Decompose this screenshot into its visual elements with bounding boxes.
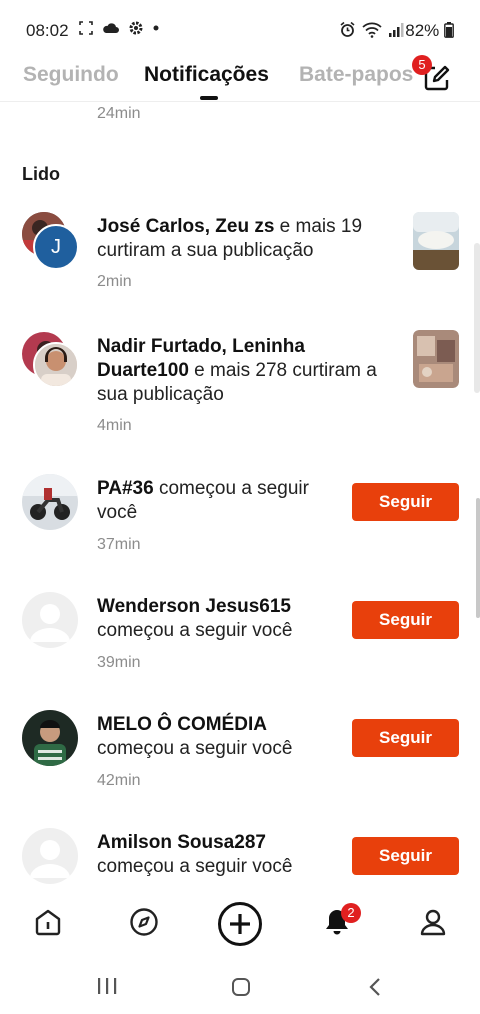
notifications-feed[interactable]: 24min Lido J José Carlos, Zeu zs e mais … [0,102,480,890]
notification-text: PA#36 começou a seguir você [97,477,347,525]
notification-time: 39min [97,654,141,671]
follow-button[interactable]: Seguir [352,837,459,875]
previous-notification-time: 24min [97,105,141,122]
photo-avatar-icon [22,710,78,766]
status-right-icons [339,21,404,38]
post-thumbnail[interactable] [413,330,459,388]
avatar-initial-j[interactable]: J [33,224,79,270]
section-title: Lido [22,164,60,184]
notification-actor: Wenderson Jesus615 [97,596,291,617]
follow-button[interactable]: Seguir [352,719,459,757]
photo-avatar-icon [22,474,78,530]
notification-action: começou a seguir você [97,856,293,877]
notification-actors: José Carlos, Zeu zs [97,216,275,237]
battery-percent: 82% [405,21,440,40]
avatar-woman[interactable] [33,342,79,388]
notification-actor: PA#36 [97,478,154,499]
compose-badge: 5 [412,55,432,75]
recent-apps-icon[interactable] [96,977,118,995]
avatar-initial: J [51,236,61,258]
status-left-icons [78,20,160,36]
notification-text: Nadir Furtado, Leninha Duarte100 e mais … [97,335,397,407]
notification-text: Wenderson Jesus615 começou a seguir você [97,595,347,643]
avatar-man[interactable] [22,710,78,766]
notification-time: 37min [97,536,141,553]
battery-icon [444,22,454,38]
signal-icon [389,22,404,37]
notification-time: 2min [97,273,132,290]
default-avatar-icon [30,840,70,878]
notification-text: MELO Ô COMÉDIA começou a seguir você [97,713,347,761]
tab-bate-papos[interactable]: Bate-papos [299,63,413,87]
photo-avatar-icon [35,344,77,386]
profile-icon[interactable] [417,906,449,938]
dot-icon [153,25,159,31]
notification-time: 4min [97,417,132,434]
notification-action: começou a seguir você [97,620,293,641]
notification-action: começou a seguir você [97,738,293,759]
notification-time: 42min [97,772,141,789]
system-navigation-bar [0,958,480,1014]
status-bar: 08:02 82% [0,0,480,58]
scrollbar-thumb[interactable] [476,498,480,618]
default-avatar-icon [30,604,70,642]
home-button-icon[interactable] [231,977,251,997]
add-icon[interactable] [217,901,263,947]
tab-notificacoes[interactable]: Notificações [144,63,269,87]
notification-count-badge: 2 [341,903,361,923]
notification-text: Amilson Sousa287 começou a seguir você [97,831,347,879]
notification-actor: Amilson Sousa287 [97,832,266,853]
scrollbar-track[interactable] [474,243,480,393]
home-icon[interactable] [32,906,64,938]
bottom-nav: 2 [0,890,480,958]
cloud-icon [103,23,119,33]
notification-text: José Carlos, Zeu zs e mais 19 curtiram a… [97,215,397,263]
alarm-icon [340,21,355,37]
follow-button[interactable]: Seguir [352,483,459,521]
back-icon[interactable] [368,977,382,997]
active-tab-indicator [200,96,218,100]
wifi-icon [362,22,382,38]
tab-seguindo[interactable]: Seguindo [23,63,119,87]
battery-indicator: 82% [405,21,454,41]
default-avatar[interactable] [22,828,78,884]
compass-icon[interactable] [128,906,160,938]
default-avatar[interactable] [22,592,78,648]
follow-button[interactable]: Seguir [352,601,459,639]
notification-actor: MELO Ô COMÉDIA [97,714,267,735]
screenshot-icon [79,21,93,35]
post-thumbnail[interactable] [413,212,459,270]
status-time: 08:02 [26,21,69,40]
gear-icon [129,21,143,35]
top-tabs: Seguindo Notificações Bate-papos 5 [0,55,480,102]
avatar-motorcycle[interactable] [22,474,78,530]
